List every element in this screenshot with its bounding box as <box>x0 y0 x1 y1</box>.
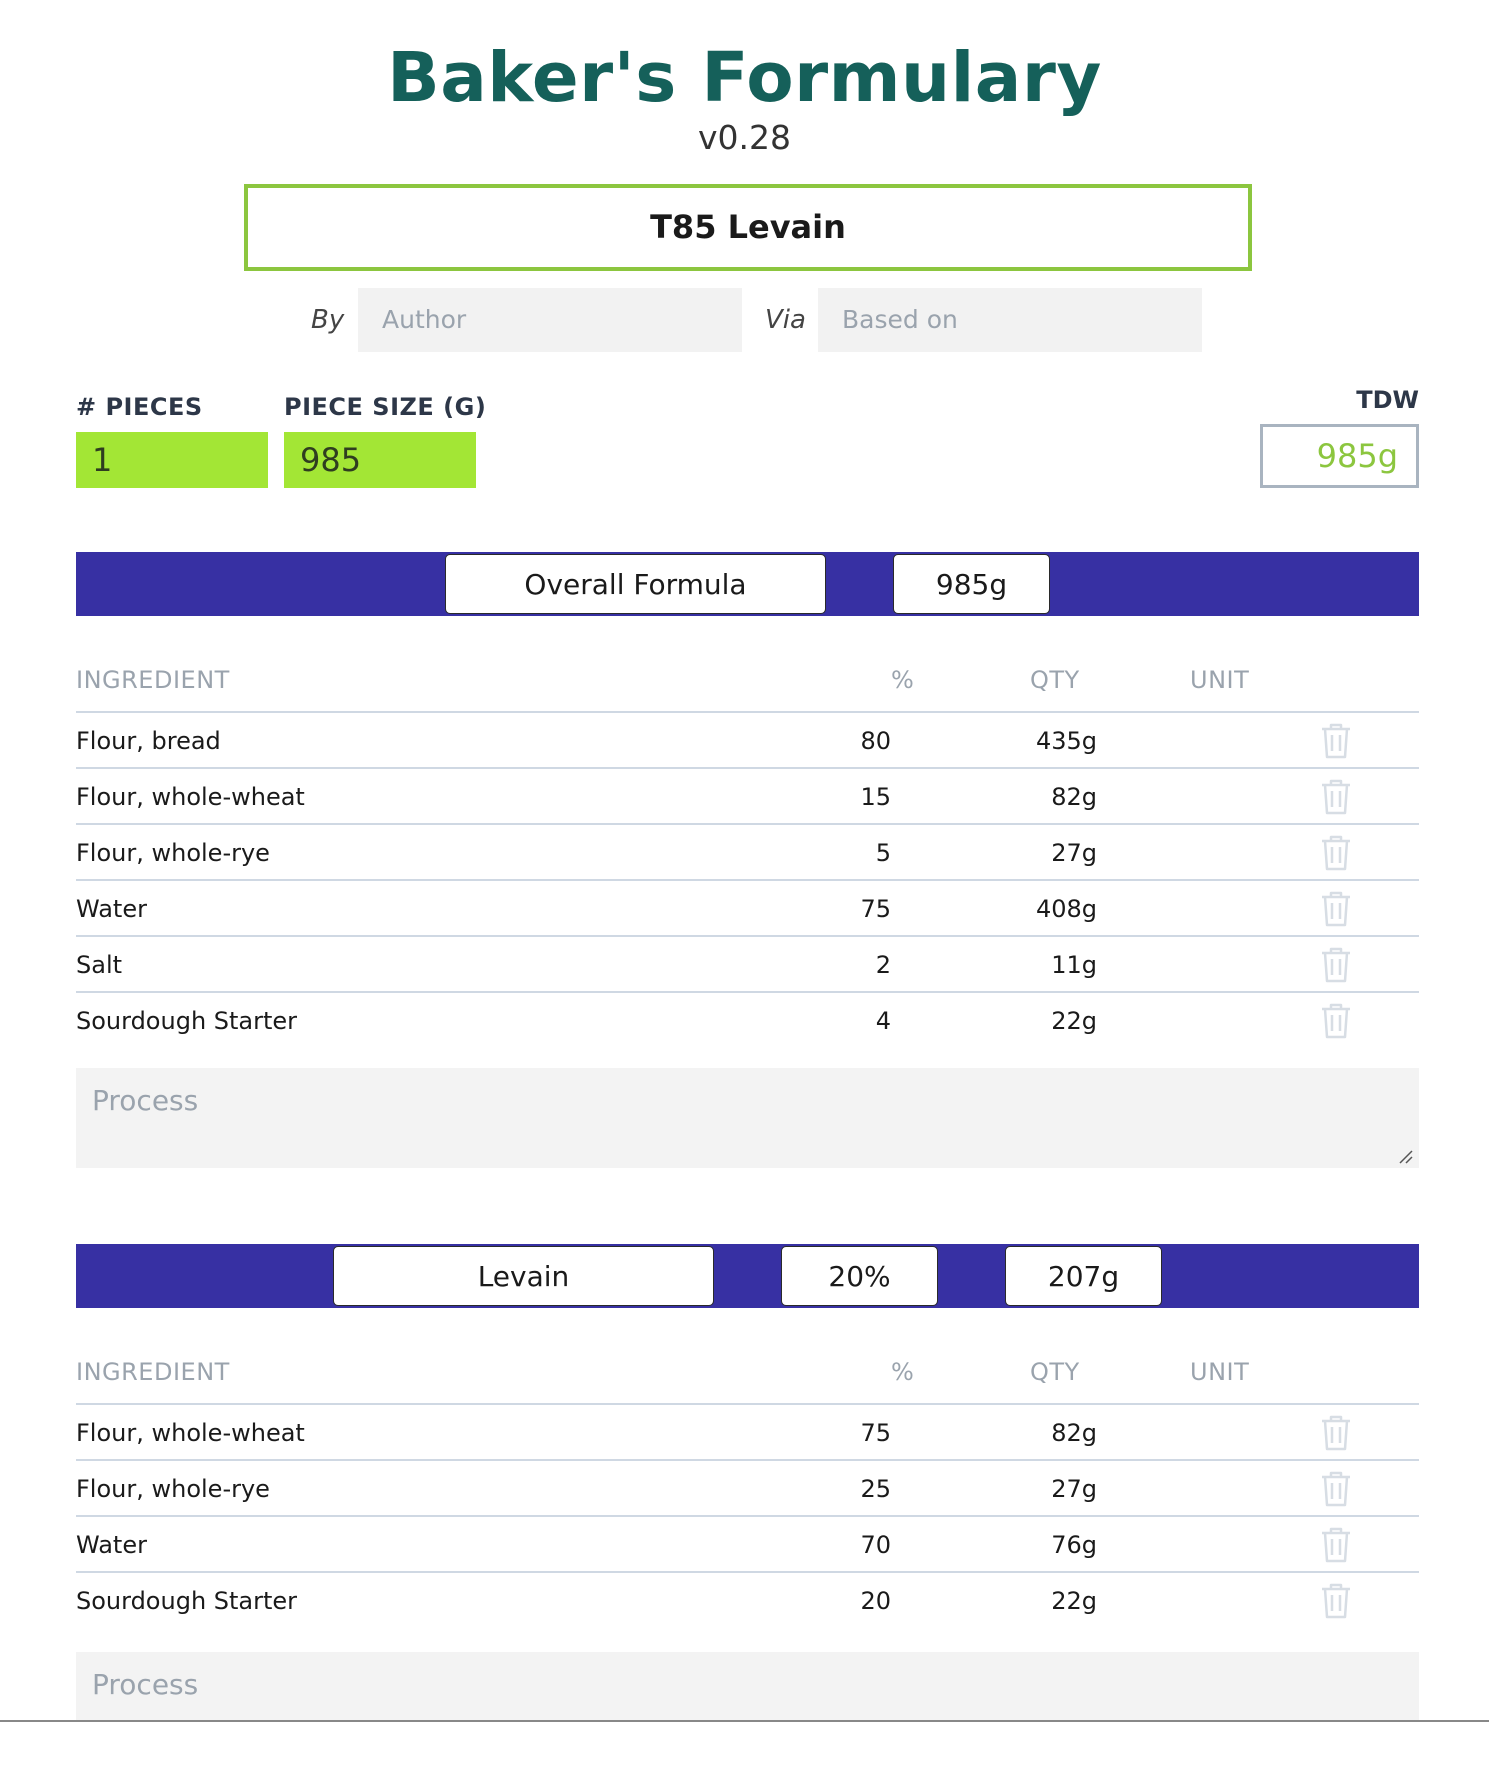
levain-total: 207g <box>1005 1246 1162 1306</box>
viewport-divider <box>0 1720 1489 1722</box>
ingredient-percent[interactable]: 75 <box>860 1419 891 1447</box>
col-qty: QTY <box>1030 666 1080 694</box>
overall-rows: Flour, bread 80 435g Flour, whole-wheat 15 82… <box>76 713 1419 1047</box>
overall-process-textarea[interactable]: Process <box>76 1068 1419 1168</box>
overall-ingredients-table: Flour, bread 80 435g Flour, whole-wheat 15 82… <box>76 711 1419 1047</box>
piece-size-input[interactable]: 985 <box>284 432 476 488</box>
ingredient-row: Flour, whole-rye 5 27g <box>76 825 1419 881</box>
recipe-name-input[interactable]: T85 Levain <box>244 184 1252 271</box>
trash-icon[interactable] <box>1318 1002 1354 1040</box>
ingredient-name[interactable]: Salt <box>76 951 122 979</box>
levain-process-textarea[interactable]: Process <box>76 1652 1419 1720</box>
author-input[interactable]: Author <box>358 288 742 352</box>
col-ingredient: INGREDIENT <box>76 1358 230 1386</box>
ingredient-row: Flour, bread 80 435g <box>76 713 1419 769</box>
ingredient-qty: 22g <box>1051 1007 1097 1035</box>
ingredient-qty: 408g <box>1035 895 1097 923</box>
ingredient-qty: 22g <box>1051 1587 1097 1615</box>
col-unit: UNIT <box>1190 1358 1250 1386</box>
levain-header: Levain 20% 207g <box>76 1244 1419 1308</box>
col-percent: % <box>891 666 915 694</box>
ingredient-name[interactable]: Flour, whole-wheat <box>76 783 305 811</box>
levain-percent[interactable]: 20% <box>781 1246 938 1306</box>
overall-formula-header: Overall Formula 985g <box>76 552 1419 616</box>
app-version: v0.28 <box>697 118 791 157</box>
ingredient-name[interactable]: Flour, whole-rye <box>76 1475 270 1503</box>
ingredient-row: Sourdough Starter 20 22g <box>76 1573 1419 1627</box>
app-title: Baker's Formulary <box>387 38 1102 118</box>
trash-icon[interactable] <box>1318 946 1354 984</box>
tdw-label: TDW <box>1356 386 1419 414</box>
ingredient-qty: 27g <box>1051 1475 1097 1503</box>
ingredient-qty: 82g <box>1051 1419 1097 1447</box>
ingredient-name[interactable]: Flour, bread <box>76 727 221 755</box>
col-ingredient: INGREDIENT <box>76 666 230 694</box>
ingredient-name[interactable]: Water <box>76 1531 147 1559</box>
ingredient-percent[interactable]: 80 <box>860 727 891 755</box>
process-placeholder: Process <box>92 1668 199 1701</box>
overall-formula-name[interactable]: Overall Formula <box>445 554 826 614</box>
piece-size-label: PIECE SIZE (G) <box>284 393 487 421</box>
overall-formula-total: 985g <box>893 554 1050 614</box>
pieces-label: # PIECES <box>76 393 203 421</box>
by-label: By <box>311 305 345 335</box>
tdw-display: 985g <box>1260 424 1419 488</box>
ingredient-name[interactable]: Flour, whole-wheat <box>76 1419 305 1447</box>
trash-icon[interactable] <box>1318 1526 1354 1564</box>
ingredient-row: Salt 2 11g <box>76 937 1419 993</box>
levain-rows: Flour, whole-wheat 75 82g Flour, whole-rye 2… <box>76 1405 1419 1627</box>
ingredient-qty: 435g <box>1035 727 1097 755</box>
ingredient-percent[interactable]: 20 <box>860 1587 891 1615</box>
ingredient-qty: 11g <box>1051 951 1097 979</box>
trash-icon[interactable] <box>1318 1582 1354 1620</box>
ingredient-row: Flour, whole-wheat 15 82g <box>76 769 1419 825</box>
col-qty: QTY <box>1030 1358 1080 1386</box>
ingredient-percent[interactable]: 75 <box>860 895 891 923</box>
ingredient-percent[interactable]: 2 <box>876 951 891 979</box>
ingredient-qty: 82g <box>1051 783 1097 811</box>
col-percent: % <box>891 1358 915 1386</box>
based-on-input[interactable]: Based on <box>818 288 1202 352</box>
ingredient-qty: 27g <box>1051 839 1097 867</box>
ingredient-name[interactable]: Flour, whole-rye <box>76 839 270 867</box>
process-placeholder: Process <box>92 1084 199 1117</box>
ingredient-percent[interactable]: 70 <box>860 1531 891 1559</box>
col-unit: UNIT <box>1190 666 1250 694</box>
levain-ingredients-table: Flour, whole-wheat 75 82g Flour, whole-rye 2… <box>76 1403 1419 1627</box>
ingredient-percent[interactable]: 5 <box>876 839 891 867</box>
trash-icon[interactable] <box>1318 834 1354 872</box>
ingredient-name[interactable]: Sourdough Starter <box>76 1007 297 1035</box>
levain-name[interactable]: Levain <box>333 1246 714 1306</box>
ingredient-row: Sourdough Starter 4 22g <box>76 993 1419 1047</box>
trash-icon[interactable] <box>1318 778 1354 816</box>
via-label: Via <box>765 305 806 335</box>
ingredient-row: Flour, whole-rye 25 27g <box>76 1461 1419 1517</box>
ingredient-percent[interactable]: 4 <box>876 1007 891 1035</box>
trash-icon[interactable] <box>1318 890 1354 928</box>
trash-icon[interactable] <box>1318 1414 1354 1452</box>
ingredient-row: Water 75 408g <box>76 881 1419 937</box>
ingredient-name[interactable]: Sourdough Starter <box>76 1587 297 1615</box>
trash-icon[interactable] <box>1318 722 1354 760</box>
ingredient-qty: 76g <box>1051 1531 1097 1559</box>
ingredient-percent[interactable]: 25 <box>860 1475 891 1503</box>
trash-icon[interactable] <box>1318 1470 1354 1508</box>
pieces-input[interactable]: 1 <box>76 432 268 488</box>
ingredient-percent[interactable]: 15 <box>860 783 891 811</box>
ingredient-name[interactable]: Water <box>76 895 147 923</box>
resize-grip-icon[interactable] <box>1397 1148 1413 1164</box>
ingredient-row: Water 70 76g <box>76 1517 1419 1573</box>
ingredient-row: Flour, whole-wheat 75 82g <box>76 1405 1419 1461</box>
